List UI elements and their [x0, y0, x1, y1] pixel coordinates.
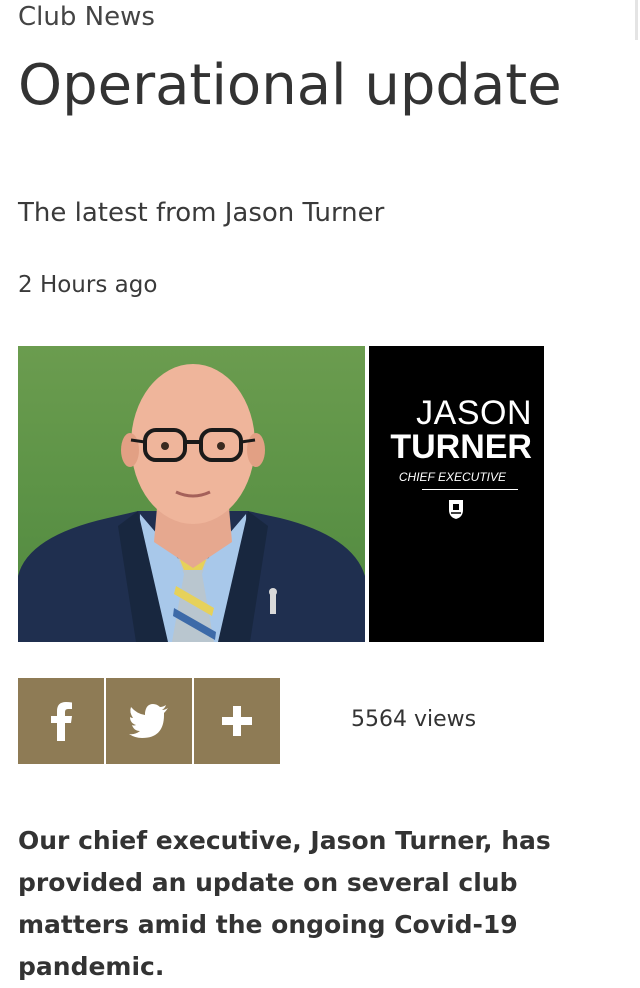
page-title: Operational update: [18, 53, 562, 118]
portrait-illustration: [18, 364, 365, 642]
share-bar: [18, 678, 280, 764]
article-lead: Our chief executive, Jason Turner, has p…: [18, 826, 551, 981]
name-last: TURNER: [390, 428, 532, 466]
portrait-photo: [18, 346, 365, 642]
name-card: JASON TURNER CHIEF EXECUTIVE: [369, 346, 544, 642]
article-timestamp: 2 Hours ago: [18, 272, 158, 298]
club-crest-icon: [449, 500, 463, 519]
more-share-button[interactable]: [194, 678, 280, 764]
plus-icon: [222, 706, 252, 736]
twitter-share-button[interactable]: [106, 678, 192, 764]
twitter-icon: [129, 704, 168, 738]
hero-image: JASON TURNER CHIEF EXECUTIVE: [18, 346, 544, 642]
article-page: Club News Operational update The latest …: [0, 0, 640, 988]
role-divider: [422, 489, 518, 490]
article-category[interactable]: Club News: [18, 2, 155, 32]
article-subtitle: The latest from Jason Turner: [18, 198, 385, 228]
view-count: 5564 views: [351, 707, 477, 732]
role-label: CHIEF EXECUTIVE: [398, 470, 506, 484]
facebook-icon: [51, 702, 72, 741]
facebook-share-button[interactable]: [18, 678, 104, 764]
scrollbar[interactable]: [635, 0, 638, 40]
